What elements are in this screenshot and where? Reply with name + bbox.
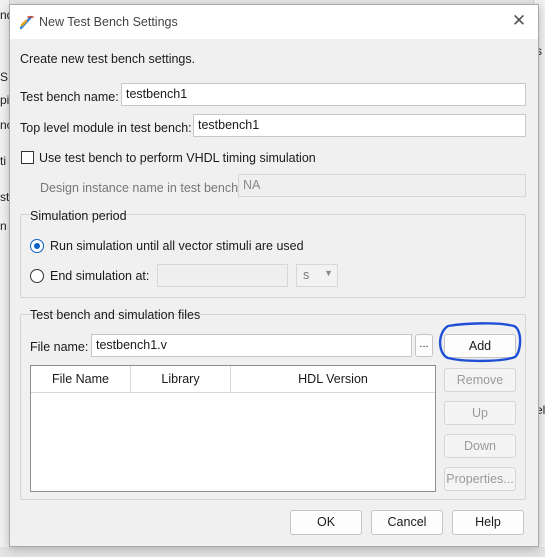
bg-text-fragment: st xyxy=(0,190,10,204)
time-unit-select[interactable]: s ▼ xyxy=(296,264,338,287)
design-instance-label: Design instance name in test bench: xyxy=(40,181,242,195)
files-table[interactable]: File Name Library HDL Version xyxy=(30,365,436,492)
bg-text-fragment: ti xyxy=(0,154,6,168)
file-name-label: File name: xyxy=(30,340,89,354)
properties-button[interactable]: Properties... xyxy=(444,467,516,491)
up-button[interactable]: Up xyxy=(444,401,516,425)
time-unit-value: s xyxy=(303,268,310,282)
chevron-down-icon: ▼ xyxy=(324,268,333,278)
column-header-hdl-version[interactable]: HDL Version xyxy=(231,366,435,393)
column-header-library[interactable]: Library xyxy=(131,366,231,393)
simulation-period-title: Simulation period xyxy=(30,209,127,223)
intro-text: Create new test bench settings. xyxy=(20,52,196,66)
run-until-radio[interactable] xyxy=(30,239,44,253)
file-name-input[interactable]: testbench1.v xyxy=(91,334,412,357)
end-simulation-radio[interactable] xyxy=(30,269,44,283)
help-button[interactable]: Help xyxy=(452,510,524,535)
top-level-module-label: Top level module in test bench: xyxy=(20,121,192,135)
background-window-bottom xyxy=(0,547,545,557)
end-simulation-value-input[interactable] xyxy=(157,264,288,287)
vhdl-timing-label: Use test bench to perform VHDL timing si… xyxy=(39,151,316,165)
run-until-label: Run simulation until all vector stimuli … xyxy=(50,239,304,253)
bg-text-fragment: S xyxy=(0,70,9,84)
browse-button[interactable]: ... xyxy=(415,334,433,357)
test-bench-files-title: Test bench and simulation files xyxy=(30,308,201,322)
app-icon xyxy=(19,15,34,30)
files-table-header: File Name Library HDL Version xyxy=(31,366,435,393)
close-icon[interactable]: ✕ xyxy=(510,12,528,30)
bg-text-fragment: n xyxy=(0,219,7,233)
down-button[interactable]: Down xyxy=(444,434,516,458)
column-header-file-name[interactable]: File Name xyxy=(31,366,131,393)
bg-text-fragment: pi xyxy=(0,93,10,107)
add-button[interactable]: Add xyxy=(444,334,516,358)
cancel-button[interactable]: Cancel xyxy=(371,510,443,535)
vhdl-timing-checkbox[interactable] xyxy=(21,151,34,164)
dialog-title: New Test Bench Settings xyxy=(39,15,178,29)
remove-button[interactable]: Remove xyxy=(444,368,516,392)
ok-button[interactable]: OK xyxy=(290,510,362,535)
title-bar: New Test Bench Settings ✕ xyxy=(10,5,538,39)
design-instance-input[interactable]: NA xyxy=(238,174,526,197)
test-bench-name-label: Test bench name: xyxy=(20,90,119,104)
top-level-module-input[interactable]: testbench1 xyxy=(193,114,526,137)
test-bench-name-input[interactable]: testbench1 xyxy=(121,83,526,106)
new-test-bench-settings-dialog: New Test Bench Settings ✕ Create new tes… xyxy=(9,4,539,547)
end-simulation-label: End simulation at: xyxy=(50,269,150,283)
